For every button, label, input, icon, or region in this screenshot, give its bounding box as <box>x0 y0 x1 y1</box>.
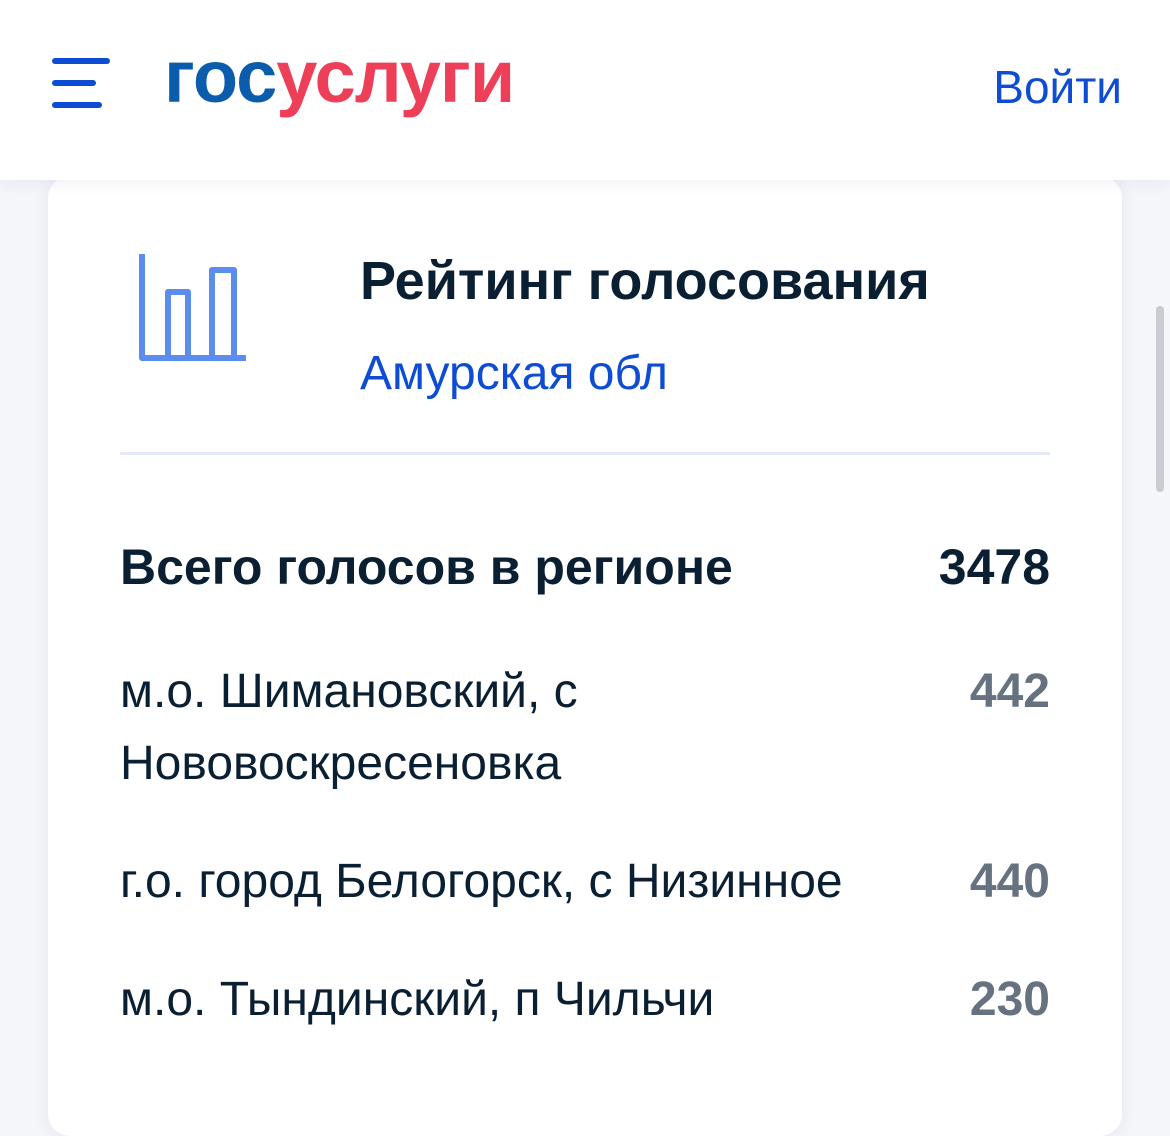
locality-name: м.о. Шимановский, с Нововоскресеновка <box>120 665 578 790</box>
divider <box>120 452 1050 455</box>
scrollbar[interactable] <box>1156 306 1164 492</box>
hamburger-menu-icon[interactable] <box>52 58 116 112</box>
login-link[interactable]: Войти <box>993 60 1122 114</box>
list-item: м.о. Тындинский, п Чильчи 230 <box>120 964 1050 1036</box>
gosuslugi-logo[interactable]: госуслуги <box>164 40 515 114</box>
rating-list: м.о. Шимановский, с Нововоскресеновка 44… <box>120 656 1050 1082</box>
vote-count: 230 <box>969 973 1050 1026</box>
logo-part-gos: гос <box>164 35 277 118</box>
top-header: госуслуги Войти <box>0 0 1170 180</box>
list-item: г.о. город Белогорск, с Низинное 440 <box>120 846 1050 918</box>
locality-name: м.о. Тындинский, п Чильчи <box>120 973 715 1026</box>
vote-count: 442 <box>969 665 1050 718</box>
locality-name: г.о. город Белогорск, с Низинное <box>120 855 843 908</box>
logo-part-uslugi: услуги <box>276 35 515 118</box>
card-title: Рейтинг голосования <box>360 251 930 311</box>
region-name: Амурская обл <box>360 347 668 400</box>
vote-count: 440 <box>969 855 1050 908</box>
voting-rating-card: Рейтинг голосования Амурская обл Всего г… <box>48 176 1122 1136</box>
bar-chart-icon <box>139 254 246 361</box>
list-item: м.о. Шимановский, с Нововоскресеновка 44… <box>120 656 1050 800</box>
total-votes-row: Всего голосов в регионе 3478 <box>120 538 1050 596</box>
total-votes-label: Всего голосов в регионе <box>120 539 733 595</box>
total-votes-value: 3478 <box>938 539 1050 595</box>
